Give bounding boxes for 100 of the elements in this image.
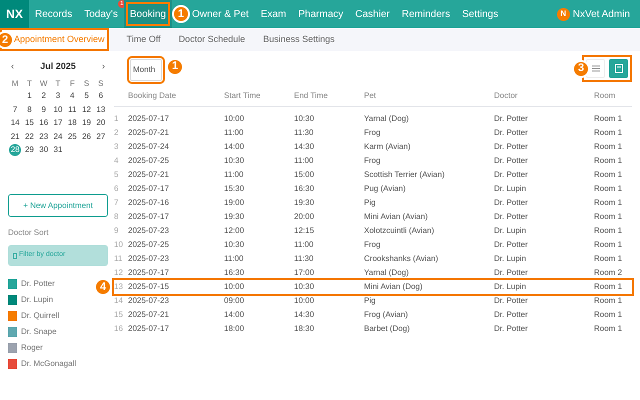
table-cell-text: 20:00 bbox=[294, 211, 316, 223]
calendar-day[interactable]: 24 bbox=[52, 130, 64, 143]
table-cell-text: Pug (Avian) bbox=[364, 183, 407, 195]
table-cell-text: Room 1 bbox=[594, 211, 624, 223]
calendar-day[interactable]: 19 bbox=[80, 117, 93, 130]
calendar-day[interactable]: 9 bbox=[38, 104, 50, 116]
calendar-day[interactable]: 26 bbox=[80, 130, 93, 143]
column-header[interactable]: Pet bbox=[364, 90, 494, 102]
calendar-day[interactable]: 8 bbox=[23, 104, 36, 116]
table-cell-text: Room 1 bbox=[594, 253, 624, 265]
calendar-day[interactable]: 22 bbox=[23, 130, 36, 143]
row-number: 2 bbox=[114, 127, 120, 139]
table-cell-text: 19:30 bbox=[224, 211, 246, 223]
table-cell-text: Dr. Potter bbox=[494, 155, 529, 167]
table-cell-text: Dr. Potter bbox=[494, 309, 529, 321]
table-cell-text: Room 1 bbox=[594, 225, 624, 237]
table-cell-text: 19:30 bbox=[294, 197, 316, 209]
table-cell-text: Room 1 bbox=[594, 281, 624, 293]
sub-tab[interactable]: Business Settings bbox=[263, 28, 335, 51]
column-header[interactable]: End Time bbox=[294, 90, 364, 102]
table-cell-text: 14:30 bbox=[294, 141, 316, 153]
calendar-day[interactable]: 11 bbox=[66, 104, 78, 116]
table-cell-text: Dr. Potter bbox=[494, 197, 529, 209]
doctor-name[interactable]: Dr. Potter bbox=[21, 278, 55, 290]
weekday-label: W bbox=[38, 78, 48, 90]
table-cell-text: 16:30 bbox=[294, 183, 316, 195]
previous-month-button[interactable]: ‹ bbox=[11, 60, 14, 74]
calendar-day[interactable]: 27 bbox=[94, 130, 107, 143]
calendar-day[interactable]: 12 bbox=[80, 104, 93, 116]
calendar-day[interactable]: 20 bbox=[94, 117, 107, 130]
row-number: 12 bbox=[114, 267, 124, 279]
calendar-day[interactable]: 31 bbox=[52, 144, 64, 156]
table-cell-text: 11:30 bbox=[294, 127, 314, 139]
logo[interactable]: NX bbox=[0, 0, 29, 28]
table-cell-text: Dr. Lupin bbox=[494, 225, 528, 237]
table-cell-text: 15:00 bbox=[294, 169, 316, 181]
calendar-day[interactable]: 16 bbox=[38, 117, 50, 130]
table-cell-text: 11:00 bbox=[224, 253, 244, 265]
view-toggle[interactable] bbox=[609, 58, 628, 78]
table-cell-text: Room 1 bbox=[594, 127, 624, 139]
calendar-day[interactable]: 25 bbox=[66, 130, 78, 143]
table-cell-text: 2025-07-15 bbox=[128, 281, 170, 293]
calendar-day[interactable]: 14 bbox=[9, 117, 22, 130]
table-cell-text: Xolotzcuintli (Avian) bbox=[364, 225, 436, 237]
calendar-day[interactable]: 6 bbox=[94, 90, 107, 102]
calendar-day[interactable]: 15 bbox=[23, 117, 36, 130]
table-cell-text: 18:30 bbox=[294, 323, 316, 335]
sub-tab[interactable]: Time Off bbox=[126, 28, 161, 51]
calendar-day[interactable]: 1 bbox=[23, 90, 36, 102]
table-cell-text: Karm (Avian) bbox=[364, 141, 412, 153]
callout-badge: 4 bbox=[94, 278, 112, 296]
weekday-label: M bbox=[10, 78, 20, 90]
calendar-day[interactable]: 13 bbox=[94, 104, 107, 116]
next-month-button[interactable]: › bbox=[102, 60, 105, 74]
table-cell-text: Frog bbox=[364, 127, 382, 139]
weekday-label: S bbox=[97, 78, 105, 90]
sub-tab[interactable]: Doctor Schedule bbox=[178, 28, 246, 51]
table-cell-text: 2025-07-17 bbox=[128, 267, 170, 279]
callout-badge: 3 bbox=[572, 60, 590, 78]
column-header[interactable]: Booking Date bbox=[128, 90, 224, 102]
calendar-day[interactable]: 7 bbox=[9, 104, 22, 116]
callout-badge: 1 bbox=[172, 5, 190, 23]
calendar-day[interactable]: 3 bbox=[52, 90, 64, 102]
calendar-day[interactable]: 29 bbox=[23, 144, 36, 156]
calendar-day[interactable]: 5 bbox=[80, 90, 93, 102]
calendar-day[interactable]: 18 bbox=[66, 117, 78, 130]
table-cell-text: 2025-07-21 bbox=[128, 309, 170, 321]
column-header[interactable]: Start Time bbox=[224, 90, 294, 102]
table-cell-text: 14:30 bbox=[294, 309, 316, 321]
table-cell-text: 2025-07-24 bbox=[128, 141, 170, 153]
table-cell-text: Room 1 bbox=[594, 323, 624, 335]
table-cell-text: Dr. Lupin bbox=[494, 253, 528, 265]
table-cell-text: 14:00 bbox=[224, 141, 246, 153]
avatar: N bbox=[556, 8, 570, 20]
column-header[interactable]: Doctor bbox=[494, 90, 594, 102]
table-cell-text: 10:00 bbox=[294, 295, 316, 307]
doctor-name[interactable]: Dr. Lupin bbox=[21, 294, 54, 306]
row-number: 8 bbox=[114, 211, 120, 223]
doctor-name[interactable]: Dr. Quirrell bbox=[21, 310, 60, 322]
column-header[interactable]: Room bbox=[594, 90, 632, 102]
weekday-label: T bbox=[26, 78, 33, 90]
calendar-day[interactable]: 4 bbox=[66, 90, 78, 102]
table-cell-text: Room 1 bbox=[594, 309, 624, 321]
weekday-label: F bbox=[68, 78, 76, 90]
calendar-day[interactable]: 21 bbox=[9, 130, 22, 143]
calendar-day[interactable]: 2 bbox=[38, 90, 50, 102]
table-cell-text: Pig bbox=[364, 295, 377, 307]
table-cell-text: Room 2 bbox=[594, 267, 624, 279]
list-icon bbox=[592, 64, 600, 72]
nav-tab[interactable]: Booking bbox=[124, 0, 172, 28]
calendar-day[interactable]: 23 bbox=[38, 130, 50, 143]
table-cell-text: 2025-07-17 bbox=[128, 113, 170, 125]
row-number: 16 bbox=[114, 323, 124, 335]
calendar-day[interactable]: 30 bbox=[38, 144, 50, 156]
table-cell-text: 2025-07-23 bbox=[128, 295, 170, 307]
doctor-name[interactable]: Roger bbox=[21, 342, 43, 354]
doctor-name[interactable]: Dr. McGonagall bbox=[21, 358, 76, 370]
calendar-day[interactable]: 10 bbox=[52, 104, 64, 116]
calendar-day[interactable]: 17 bbox=[52, 117, 64, 130]
doctor-name[interactable]: Dr. Snape bbox=[21, 326, 57, 338]
